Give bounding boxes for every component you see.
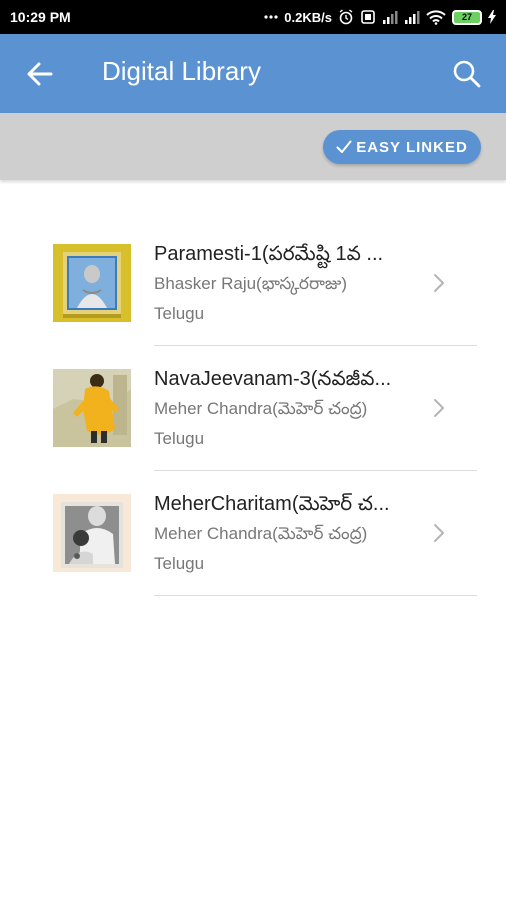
book-language: Telugu — [154, 304, 205, 323]
app-bar: Digital Library — [0, 34, 506, 113]
back-button[interactable] — [24, 58, 56, 90]
book-title: MeherCharitam(మెహెర్ చ... — [154, 493, 390, 515]
book-author: Meher Chandra(మెహెర్ చంద్ర) — [154, 524, 368, 543]
signal-icon-2 — [404, 10, 420, 24]
chevron-right-icon — [434, 274, 444, 292]
list-item[interactable]: MeherCharitam(మెహెర్ చ... Meher Chandra(… — [0, 471, 506, 596]
book-cover — [53, 369, 131, 447]
book-author: Bhasker Raju(భాస్కరరాజు) — [154, 274, 348, 293]
page-title: Digital Library — [102, 56, 261, 86]
easy-linked-label: EASY LINKED — [356, 138, 468, 156]
book-info: Paramesti-1(పరమేష్టి 1వ ... Bhasker Raju… — [154, 221, 477, 346]
book-title: NavaJeevanam-3(నవజీవ... — [154, 368, 392, 390]
book-info: NavaJeevanam-3(నవజీవ... Meher Chandra(మె… — [154, 346, 477, 471]
status-time: 10:29 PM — [10, 9, 71, 25]
arrow-left-icon — [27, 62, 53, 86]
dots-icon — [264, 14, 278, 20]
charging-icon — [488, 10, 496, 24]
status-icons: 0.2KB/s 27 — [264, 9, 496, 25]
search-icon — [453, 60, 481, 88]
book-cover — [53, 244, 131, 322]
network-speed: 0.2KB/s — [284, 9, 332, 25]
list-item[interactable]: NavaJeevanam-3(నవజీవ... Meher Chandra(మె… — [0, 346, 506, 471]
book-language: Telugu — [154, 554, 205, 573]
book-title: Paramesti-1(పరమేష్టి 1వ ... — [154, 243, 384, 265]
search-button[interactable] — [451, 58, 483, 90]
chevron-right-icon — [434, 399, 444, 417]
signal-icon — [382, 10, 398, 24]
list-item[interactable]: Paramesti-1(పరమేష్టి 1వ ... Bhasker Raju… — [0, 221, 506, 346]
book-cover — [53, 494, 131, 572]
book-list: Paramesti-1(పరమేష్టి 1వ ... Bhasker Raju… — [0, 221, 506, 596]
wifi-icon — [426, 9, 446, 25]
chevron-right-icon — [434, 524, 444, 542]
check-icon — [336, 140, 352, 153]
alarm-icon — [338, 9, 354, 25]
book-language: Telugu — [154, 429, 205, 448]
easy-linked-button[interactable]: EASY LINKED — [323, 130, 481, 164]
book-info: MeherCharitam(మెహెర్ చ... Meher Chandra(… — [154, 471, 477, 596]
sim-icon — [360, 9, 376, 25]
sub-bar: EASY LINKED — [0, 113, 506, 180]
battery-icon: 27 — [452, 9, 482, 25]
status-bar: 10:29 PM 0.2KB/s 27 — [0, 0, 506, 34]
book-author: Meher Chandra(మెహెర్ చంద్ర) — [154, 399, 368, 418]
